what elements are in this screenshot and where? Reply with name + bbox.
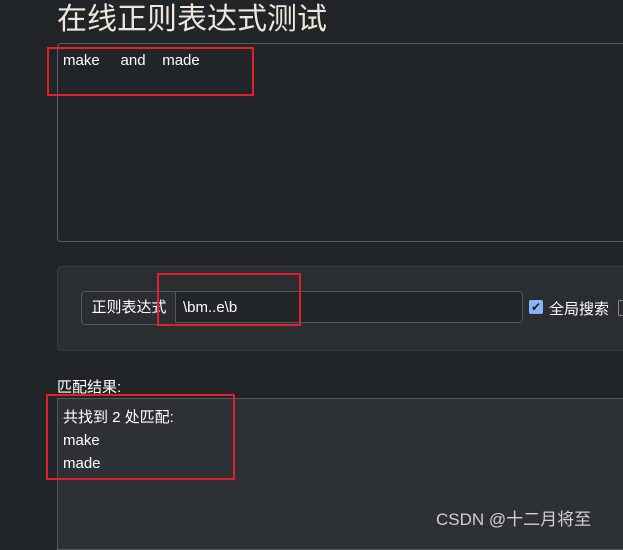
global-search-checkbox[interactable]: ✔ (529, 300, 543, 314)
watermark: CSDN @十二月将至 (436, 510, 592, 529)
page-title: 在线正则表达式测试 (57, 3, 327, 36)
highlight-box (157, 273, 301, 326)
highlight-box (46, 394, 235, 480)
global-search-label[interactable]: 全局搜索 (549, 298, 609, 319)
highlight-box (47, 47, 254, 96)
option-checkbox[interactable] (618, 300, 623, 316)
